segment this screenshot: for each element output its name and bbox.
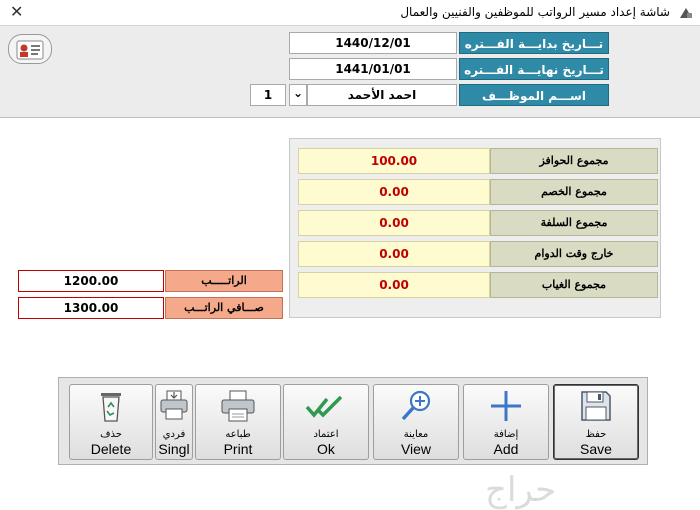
summary-value-incentives: 100.00 xyxy=(298,148,490,174)
printer-icon xyxy=(196,389,280,423)
recycle-bin-icon xyxy=(70,389,152,423)
plus-icon xyxy=(464,389,548,423)
view-button-ar: معاينة xyxy=(403,429,429,440)
delete-button-ar: حذف xyxy=(100,429,122,440)
summary-value-overtime: 0.00 xyxy=(298,241,490,267)
zoom-in-icon xyxy=(374,389,458,423)
close-icon[interactable]: ✕ xyxy=(10,2,23,21)
app-icon xyxy=(678,5,694,21)
save-button[interactable]: حفظ Save xyxy=(553,384,639,460)
summary-value-advances: 0.00 xyxy=(298,210,490,236)
print-button[interactable]: طباعه Print xyxy=(195,384,281,460)
employee-card-icon[interactable] xyxy=(8,34,52,64)
summary-label-advances: مجموع السلفة xyxy=(490,210,658,236)
ok-button[interactable]: اعتماد Ok xyxy=(283,384,369,460)
chevron-down-icon[interactable]: ⌄ xyxy=(289,84,307,106)
summary-label-overtime: خارج وقت الدوام xyxy=(490,241,658,267)
summary-label-deductions: مجموع الخصم xyxy=(490,179,658,205)
print-button-en: Print xyxy=(223,441,253,457)
double-check-icon xyxy=(284,389,368,423)
net-salary-value: 1300.00 xyxy=(18,297,164,319)
period-end-input[interactable]: 1441/01/01 xyxy=(289,58,457,80)
title-bar: ✕ شاشة إعداد مسير الرواتب للموظفين والفن… xyxy=(0,0,700,26)
net-salary-label: صـــافي الراتـــب xyxy=(165,297,283,319)
delete-button-en: Delete xyxy=(90,441,132,457)
view-button-en: View xyxy=(400,441,432,457)
save-button-en: Save xyxy=(580,441,612,457)
ok-button-ar: اعتماد xyxy=(313,429,339,440)
window-title: شاشة إعداد مسير الرواتب للموظفين والفنيي… xyxy=(400,5,670,19)
summary-value-deductions: 0.00 xyxy=(298,179,490,205)
employee-number-field[interactable]: 1 xyxy=(250,84,286,106)
employee-name-label: اســـم الموظـــف xyxy=(459,84,609,106)
action-toolbar: حذف Delete فردي Singl طباعه Print اعتماد… xyxy=(58,377,648,465)
employee-name-select[interactable]: احمد الأحمد xyxy=(307,84,457,106)
summary-panel: 100.00 مجموع الحوافز 0.00 مجموع الخصم 0.… xyxy=(289,138,661,318)
delete-button[interactable]: حذف Delete xyxy=(69,384,153,460)
print-button-ar: طباعه xyxy=(225,429,251,440)
summary-label-incentives: مجموع الحوافز xyxy=(490,148,658,174)
add-button[interactable]: إضافة Add xyxy=(463,384,549,460)
single-printer-icon xyxy=(156,389,192,423)
add-button-en: Add xyxy=(493,441,519,457)
period-end-label: تـــاريخ نهايـــة الفـــتره xyxy=(459,58,609,80)
summary-value-absence: 0.00 xyxy=(298,272,490,298)
single-print-button[interactable]: فردي Singl xyxy=(155,384,193,460)
add-button-ar: إضافة xyxy=(493,429,519,440)
header-panel: تـــاريخ بدايـــة الفـــتره 1440/12/01 ت… xyxy=(0,26,700,118)
salary-label: الراتـــــب xyxy=(165,270,283,292)
single-print-button-en: Singl xyxy=(158,441,190,457)
ok-button-en: Ok xyxy=(317,441,335,457)
period-start-label: تـــاريخ بدايـــة الفـــتره xyxy=(459,32,609,54)
view-button[interactable]: معاينة View xyxy=(373,384,459,460)
save-button-ar: حفظ xyxy=(585,429,607,440)
single-print-button-ar: فردي xyxy=(162,429,186,440)
summary-label-absence: مجموع الغياب xyxy=(490,272,658,298)
period-start-input[interactable]: 1440/12/01 xyxy=(289,32,457,54)
salary-value: 1200.00 xyxy=(18,270,164,292)
floppy-disk-icon xyxy=(554,389,638,423)
watermark: حراج xyxy=(485,470,557,510)
